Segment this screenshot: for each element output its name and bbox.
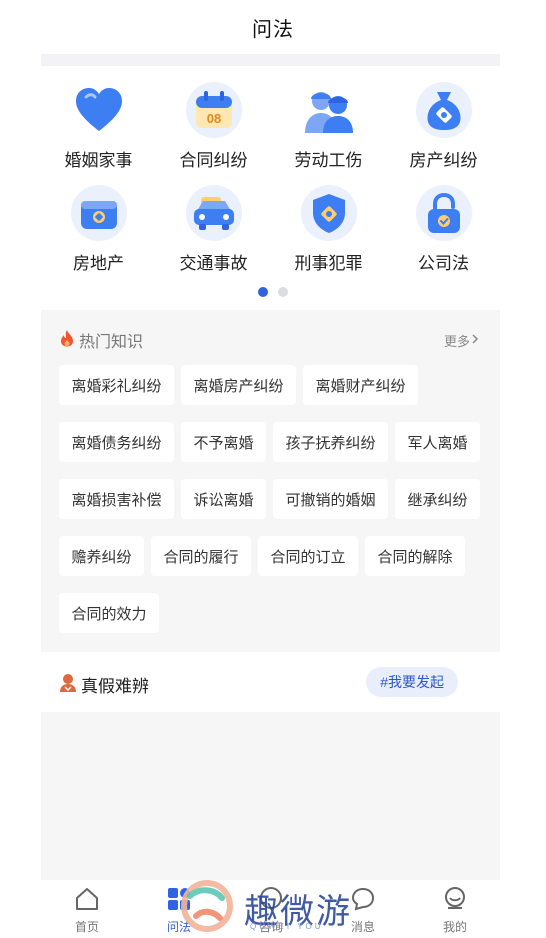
money-bag-icon — [415, 82, 472, 138]
calendar-icon: 08 — [185, 82, 242, 138]
watermark-subtext: QUWEI YOU — [250, 922, 324, 931]
page-header: 问法 — [0, 0, 546, 54]
category-label: 合同纠纷 — [179, 151, 248, 170]
tab-mine[interactable]: 我的 — [420, 886, 490, 935]
wallet-icon — [70, 185, 127, 241]
tag-item[interactable]: 离婚彩礼纠纷 — [59, 365, 174, 405]
shield-icon — [300, 185, 357, 241]
category-traffic[interactable]: 交通事故 — [156, 185, 271, 274]
hot-knowledge-header: 热门知识 — [59, 328, 143, 352]
tag-item[interactable]: 孩子抚养纠纷 — [273, 422, 388, 462]
workers-icon — [301, 82, 357, 138]
profile-icon — [442, 886, 468, 912]
hot-knowledge-panel: 热门知识 更多 离婚彩礼纠纷 离婚房产纠纷 离婚财产纠纷 离婚债务纠纷 不予离婚… — [41, 310, 500, 652]
category-grid: 婚姻家事 08 合同纠纷 劳动工伤 房产纠纷 房地产 交通事故 刑事犯罪 公司法 — [41, 72, 500, 282]
category-company[interactable]: 公司法 — [386, 185, 501, 274]
category-label: 婚姻家事 — [64, 151, 133, 170]
category-label: 房地产 — [73, 254, 124, 273]
more-link[interactable]: 更多 — [444, 331, 480, 350]
fire-icon — [59, 329, 75, 352]
category-label: 劳动工伤 — [294, 151, 363, 170]
category-label: 公司法 — [418, 254, 469, 273]
car-icon — [185, 185, 242, 241]
category-marriage[interactable]: 婚姻家事 — [41, 82, 156, 171]
category-property[interactable]: 房产纠纷 — [386, 82, 501, 171]
tag-item[interactable]: 继承纠纷 — [395, 479, 480, 519]
hot-knowledge-title: 热门知识 — [79, 334, 144, 351]
tag-item[interactable]: 诉讼离婚 — [181, 479, 266, 519]
category-label: 房产纠纷 — [409, 151, 478, 170]
tag-item[interactable]: 离婚房产纠纷 — [181, 365, 296, 405]
category-realestate[interactable]: 房地产 — [41, 185, 156, 274]
watermark-logo-icon — [180, 879, 234, 937]
page-indicator[interactable] — [0, 287, 546, 297]
chevron-right-icon — [470, 333, 480, 348]
start-topic-button[interactable]: #我要发起 — [366, 667, 458, 697]
tag-item[interactable]: 合同的解除 — [365, 536, 465, 576]
tag-item[interactable]: 军人离婚 — [395, 422, 480, 462]
category-label: 刑事犯罪 — [294, 254, 363, 273]
tag-item[interactable]: 离婚财产纠纷 — [303, 365, 418, 405]
heart-icon — [71, 82, 127, 138]
tab-label: 首页 — [74, 920, 99, 934]
lock-icon — [415, 185, 472, 241]
calendar-badge: 08 — [206, 111, 220, 126]
tag-item[interactable]: 离婚损害补偿 — [59, 479, 174, 519]
tab-label: 我的 — [442, 920, 467, 934]
tag-item[interactable]: 合同的效力 — [59, 593, 159, 633]
watermark: 趣微游 QUWEI YOU — [180, 879, 380, 937]
tag-item[interactable]: 合同的订立 — [258, 536, 358, 576]
category-label: 交通事故 — [179, 254, 248, 273]
category-criminal[interactable]: 刑事犯罪 — [271, 185, 386, 274]
page-dot-active[interactable] — [258, 287, 268, 297]
tag-item[interactable]: 赡养纠纷 — [59, 536, 144, 576]
content-placeholder — [41, 712, 500, 880]
page-title: 问法 — [252, 18, 294, 41]
tab-home[interactable]: 首页 — [52, 886, 122, 935]
person-icon — [59, 673, 77, 698]
page-dot[interactable] — [278, 287, 288, 297]
home-icon — [74, 886, 100, 912]
true-false-section: 真假难辨 #我要发起 — [41, 656, 500, 712]
tag-item[interactable]: 合同的履行 — [151, 536, 251, 576]
category-labor[interactable]: 劳动工伤 — [271, 82, 386, 171]
tag-item[interactable]: 不予离婚 — [181, 422, 266, 462]
tag-item[interactable]: 离婚债务纠纷 — [59, 422, 174, 462]
tag-item[interactable]: 可撤销的婚姻 — [273, 479, 388, 519]
more-label: 更多 — [443, 334, 470, 349]
section-title: 真假难辨 — [81, 677, 149, 696]
divider-strip — [41, 54, 500, 66]
category-contract[interactable]: 08 合同纠纷 — [156, 82, 271, 171]
